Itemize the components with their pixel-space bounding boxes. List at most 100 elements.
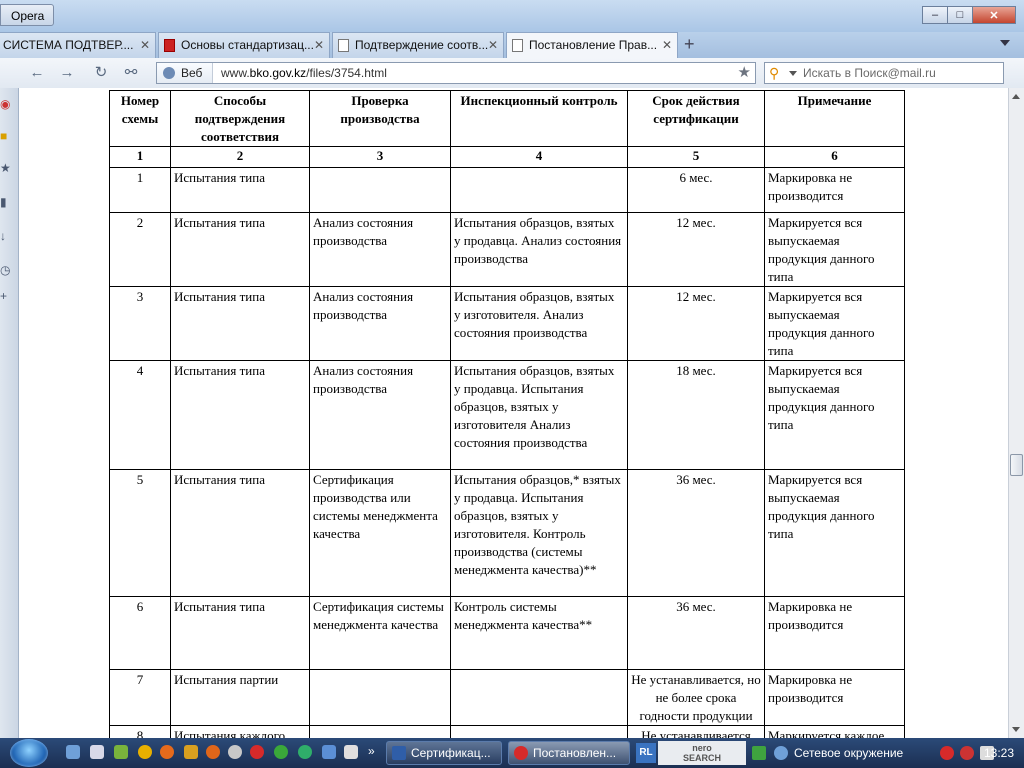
tab-close-icon[interactable]: ✕ [314, 33, 324, 57]
clock[interactable]: 13:23 [984, 741, 1014, 765]
tab-postanovlenie[interactable]: Постановление Прав... ✕ [506, 32, 678, 59]
search-engine-dropdown-icon[interactable] [789, 71, 797, 76]
close-button[interactable]: ✕ [972, 6, 1016, 24]
note-cell: Маркировка не производится [764, 669, 905, 726]
back-arrow-icon[interactable]: ← [28, 64, 46, 82]
table-header-row: Номер схемы Способы подтверждения соотве… [109, 90, 905, 147]
quick-launch-icon[interactable] [344, 745, 358, 759]
nero-search-toolbar[interactable]: nero SEARCH [658, 741, 746, 765]
new-tab-button[interactable]: + [684, 35, 695, 53]
tab-close-icon[interactable]: ✕ [140, 33, 150, 57]
forward-arrow-icon[interactable]: → [58, 64, 76, 82]
quick-launch-icon[interactable] [228, 745, 242, 759]
scheme-number: 6 [109, 596, 171, 670]
scroll-down-arrow-icon[interactable] [1012, 727, 1020, 732]
history-panel-icon[interactable]: ◷ [0, 264, 10, 276]
web-mode-button[interactable]: Веб [157, 63, 213, 83]
quick-launch-icon[interactable] [184, 745, 198, 759]
title-bar: Opera – □ ✕ [0, 0, 1024, 32]
tab-menu-chevron-icon[interactable] [1000, 40, 1010, 46]
term-cell: 36 мес. [627, 596, 765, 670]
scroll-up-arrow-icon[interactable] [1012, 94, 1020, 99]
quick-launch-icon[interactable] [138, 745, 152, 759]
inspection-cell: Контроль системы менеджмента качества** [450, 596, 628, 670]
quick-launch-icon[interactable] [298, 745, 312, 759]
column-number: 4 [450, 146, 628, 168]
bookmarks-panel-icon[interactable]: ★ [0, 162, 11, 174]
note-cell: Маркировка не производится [764, 167, 905, 213]
column-number: 2 [170, 146, 310, 168]
production-cell: Сертификация производства или системы ме… [309, 469, 451, 597]
mail-panel-icon[interactable]: ■ [0, 130, 10, 142]
minimize-button[interactable]: – [922, 6, 948, 24]
page-content: Номер схемы Способы подтверждения соотве… [19, 88, 1008, 738]
rl-tray-icon[interactable]: RL [636, 743, 656, 763]
quick-launch-icon[interactable] [322, 745, 336, 759]
window-controls: – □ ✕ [922, 6, 1016, 24]
notes-panel-icon[interactable]: ▮ [0, 196, 10, 208]
windows-taskbar: » Сертификац... Постановлен... RL nero S… [0, 738, 1024, 768]
tray-icon[interactable] [940, 746, 954, 760]
address-bar[interactable]: Веб www.bko.gov.kz/files/3754.html ★ [156, 62, 756, 84]
url-path: /files/3754.html [306, 66, 387, 80]
taskbar-button-label: Постановлен... [533, 746, 617, 760]
tab-label: Основы стандартизац... [181, 38, 314, 52]
certification-schemes-table: Номер схемы Способы подтверждения соотве… [109, 90, 905, 738]
opera-panel-icon[interactable]: ◉ [0, 98, 10, 110]
table-row: 6 Испытания типа Сертификация системы ме… [109, 596, 905, 670]
page-icon [512, 39, 523, 52]
inspection-cell [450, 669, 628, 726]
inspection-cell [450, 725, 628, 738]
network-icon[interactable] [774, 746, 788, 760]
tab-sistema[interactable]: СИСТЕМА ПОДТВЕР.... ✕ [0, 32, 156, 58]
start-button[interactable] [10, 739, 48, 767]
go-arrow-icon[interactable] [752, 746, 766, 760]
scheme-number: 8 [109, 725, 171, 738]
quick-launch-icon[interactable] [114, 745, 128, 759]
scheme-number: 2 [109, 212, 171, 287]
column-number: 5 [627, 146, 765, 168]
key-icon[interactable]: ⚯ [122, 64, 140, 82]
search-placeholder: Искать в Поиск@mail.ru [803, 66, 936, 80]
production-cell: Сертификация системы менеджмента качеств… [309, 596, 451, 670]
tab-label: СИСТЕМА ПОДТВЕР.... [3, 38, 134, 52]
method-cell: Испытания типа [170, 596, 310, 670]
tray-icon[interactable] [960, 746, 974, 760]
nero-logo-text: nero [692, 743, 712, 753]
explorer-icon[interactable] [90, 745, 104, 759]
column-number: 3 [309, 146, 451, 168]
search-engine-icon[interactable]: ⚲ [769, 63, 779, 83]
opera-quick-launch-icon[interactable] [250, 745, 264, 759]
search-field[interactable]: ⚲ Искать в Поиск@mail.ru [764, 62, 1004, 84]
taskbar-button-opera[interactable]: Постановлен... [508, 741, 630, 765]
quick-launch-icon[interactable] [206, 745, 220, 759]
tab-osnovy[interactable]: Основы стандартизац... ✕ [158, 32, 330, 58]
reload-icon[interactable]: ↻ [92, 64, 110, 82]
method-cell: Испытания типа [170, 167, 310, 213]
show-desktop-icon[interactable] [66, 745, 80, 759]
production-cell [309, 669, 451, 726]
quick-launch-more-icon[interactable]: » [368, 744, 375, 758]
opera-menu-button[interactable]: Opera [0, 4, 54, 26]
production-cell: Анализ состояния производства [309, 360, 451, 470]
side-panel: ◉ ■ ★ ▮ ↓ ◷ + [0, 88, 19, 738]
tab-close-icon[interactable]: ✕ [488, 33, 498, 57]
network-places-label[interactable]: Сетевое окружение [794, 741, 903, 765]
production-cell [309, 167, 451, 213]
maximize-button[interactable]: □ [947, 6, 973, 24]
tab-close-icon[interactable]: ✕ [662, 33, 672, 57]
column-number-row: 1 2 3 4 5 6 [109, 146, 905, 168]
utorrent-icon[interactable] [274, 745, 288, 759]
method-cell: Испытания типа [170, 286, 310, 361]
downloads-panel-icon[interactable]: ↓ [0, 230, 10, 242]
vertical-scrollbar[interactable] [1008, 88, 1024, 738]
taskbar-button-word[interactable]: Сертификац... [386, 741, 502, 765]
scrollbar-thumb[interactable] [1010, 454, 1023, 476]
bookmark-star-icon[interactable]: ★ [738, 63, 751, 83]
table-row: 7 Испытания партии Не устанавливается, н… [109, 669, 905, 726]
add-panel-icon[interactable]: + [0, 290, 10, 302]
firefox-icon[interactable] [160, 745, 174, 759]
inspection-cell: Испытания образцов, взятых у изготовител… [450, 286, 628, 361]
tab-podtverzhdenie[interactable]: Подтверждение соотв... ✕ [332, 32, 504, 58]
method-cell: Испытания партии [170, 669, 310, 726]
